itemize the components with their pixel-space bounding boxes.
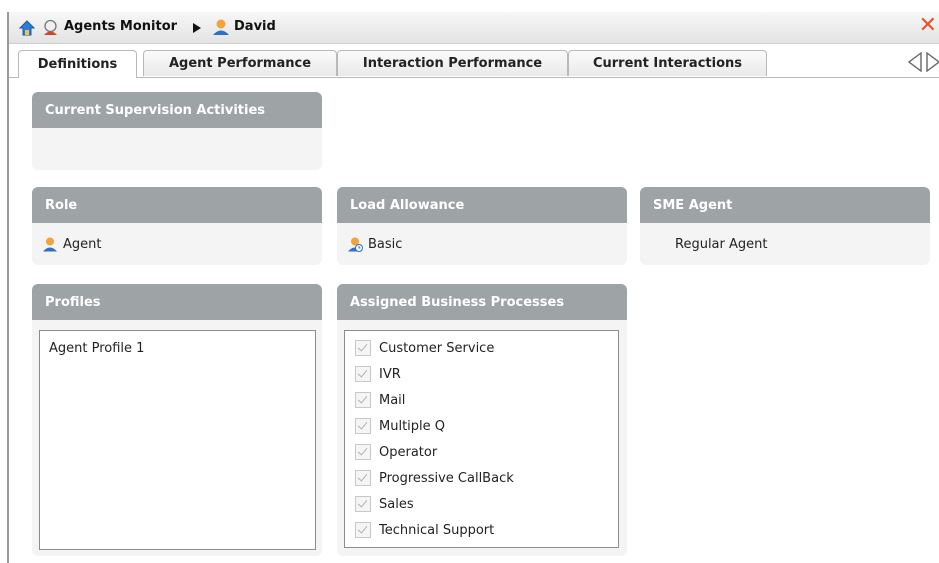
- tab-scroll-left-icon[interactable]: [907, 51, 923, 76]
- supervision-panel-title: Current Supervision Activities: [32, 92, 322, 128]
- profiles-panel-title: Profiles: [32, 284, 322, 320]
- tab-scroll-arrows: [907, 51, 939, 76]
- load-allowance-panel-title: Load Allowance: [337, 187, 627, 223]
- tab-strip: Definitions Agent Performance Interactio…: [9, 50, 939, 78]
- agent-details-window: Agents Monitor David ✕ Definitions Agent…: [7, 12, 939, 563]
- business-processes-panel-title: Assigned Business Processes: [337, 284, 627, 320]
- process-label: Technical Support: [379, 522, 495, 538]
- load-allowance-value: Basic: [368, 236, 403, 252]
- profiles-panel: Profiles Agent Profile 1: [32, 284, 322, 556]
- process-label: IVR: [379, 366, 401, 382]
- process-item-technical-support: Technical Support: [345, 517, 618, 543]
- tab-agent-performance[interactable]: Agent Performance: [143, 50, 337, 76]
- supervision-panel: Current Supervision Activities: [32, 92, 322, 170]
- sme-agent-value: Regular Agent: [675, 236, 768, 252]
- load-allowance-panel: Load Allowance Basic: [337, 187, 627, 265]
- process-label: Mail: [379, 392, 406, 408]
- process-label: Multiple Q: [379, 418, 446, 434]
- load-allowance-icon: [347, 236, 363, 252]
- checkbox-icon: [355, 522, 371, 538]
- checkbox-icon: [355, 366, 371, 382]
- process-item-operator: Operator: [345, 439, 618, 465]
- process-label: Operator: [379, 444, 438, 460]
- checkbox-icon: [355, 392, 371, 408]
- title-bar: Agents Monitor David ✕: [9, 12, 939, 44]
- tab-scroll-right-icon[interactable]: [925, 51, 939, 76]
- checkbox-icon: [355, 444, 371, 460]
- business-processes-panel: Assigned Business Processes Customer Ser…: [337, 284, 627, 556]
- agent-role-icon: [42, 236, 58, 252]
- close-icon[interactable]: ✕: [919, 15, 937, 37]
- process-item-ivr: IVR: [345, 361, 618, 387]
- home-icon[interactable]: [18, 20, 36, 40]
- tab-definitions[interactable]: Definitions: [18, 50, 137, 78]
- list-item[interactable]: Agent Profile 1: [40, 331, 315, 356]
- checkbox-icon: [355, 470, 371, 486]
- process-label: Customer Service: [379, 340, 495, 356]
- sme-agent-panel: SME Agent Regular Agent: [640, 187, 930, 265]
- profiles-list[interactable]: Agent Profile 1: [39, 330, 316, 550]
- checkbox-icon: [355, 340, 371, 356]
- role-panel-title: Role: [32, 187, 322, 223]
- tab-interaction-performance[interactable]: Interaction Performance: [337, 50, 568, 76]
- tab-current-interactions[interactable]: Current Interactions: [568, 50, 767, 76]
- agent-icon: [212, 18, 230, 40]
- breadcrumb-arrow-icon: [193, 22, 201, 37]
- agents-monitor-icon: [42, 19, 59, 40]
- process-item-progressive-callback: Progressive CallBack: [345, 465, 618, 491]
- process-item-sales: Sales: [345, 491, 618, 517]
- breadcrumb-agents-monitor[interactable]: Agents Monitor: [64, 19, 177, 34]
- checkbox-icon: [355, 418, 371, 434]
- process-label: Progressive CallBack: [379, 470, 514, 486]
- sme-agent-panel-title: SME Agent: [640, 187, 930, 223]
- process-label: Sales: [379, 496, 414, 512]
- breadcrumb-agent: David: [234, 19, 276, 34]
- role-panel: Role Agent: [32, 187, 322, 265]
- checkbox-icon: [355, 496, 371, 512]
- process-item-multiple-q: Multiple Q: [345, 413, 618, 439]
- business-processes-list: Customer Service IVR Mail Multiple Q Ope…: [344, 330, 619, 548]
- process-item-customer-service: Customer Service: [345, 335, 618, 361]
- process-item-mail: Mail: [345, 387, 618, 413]
- role-value: Agent: [63, 236, 102, 252]
